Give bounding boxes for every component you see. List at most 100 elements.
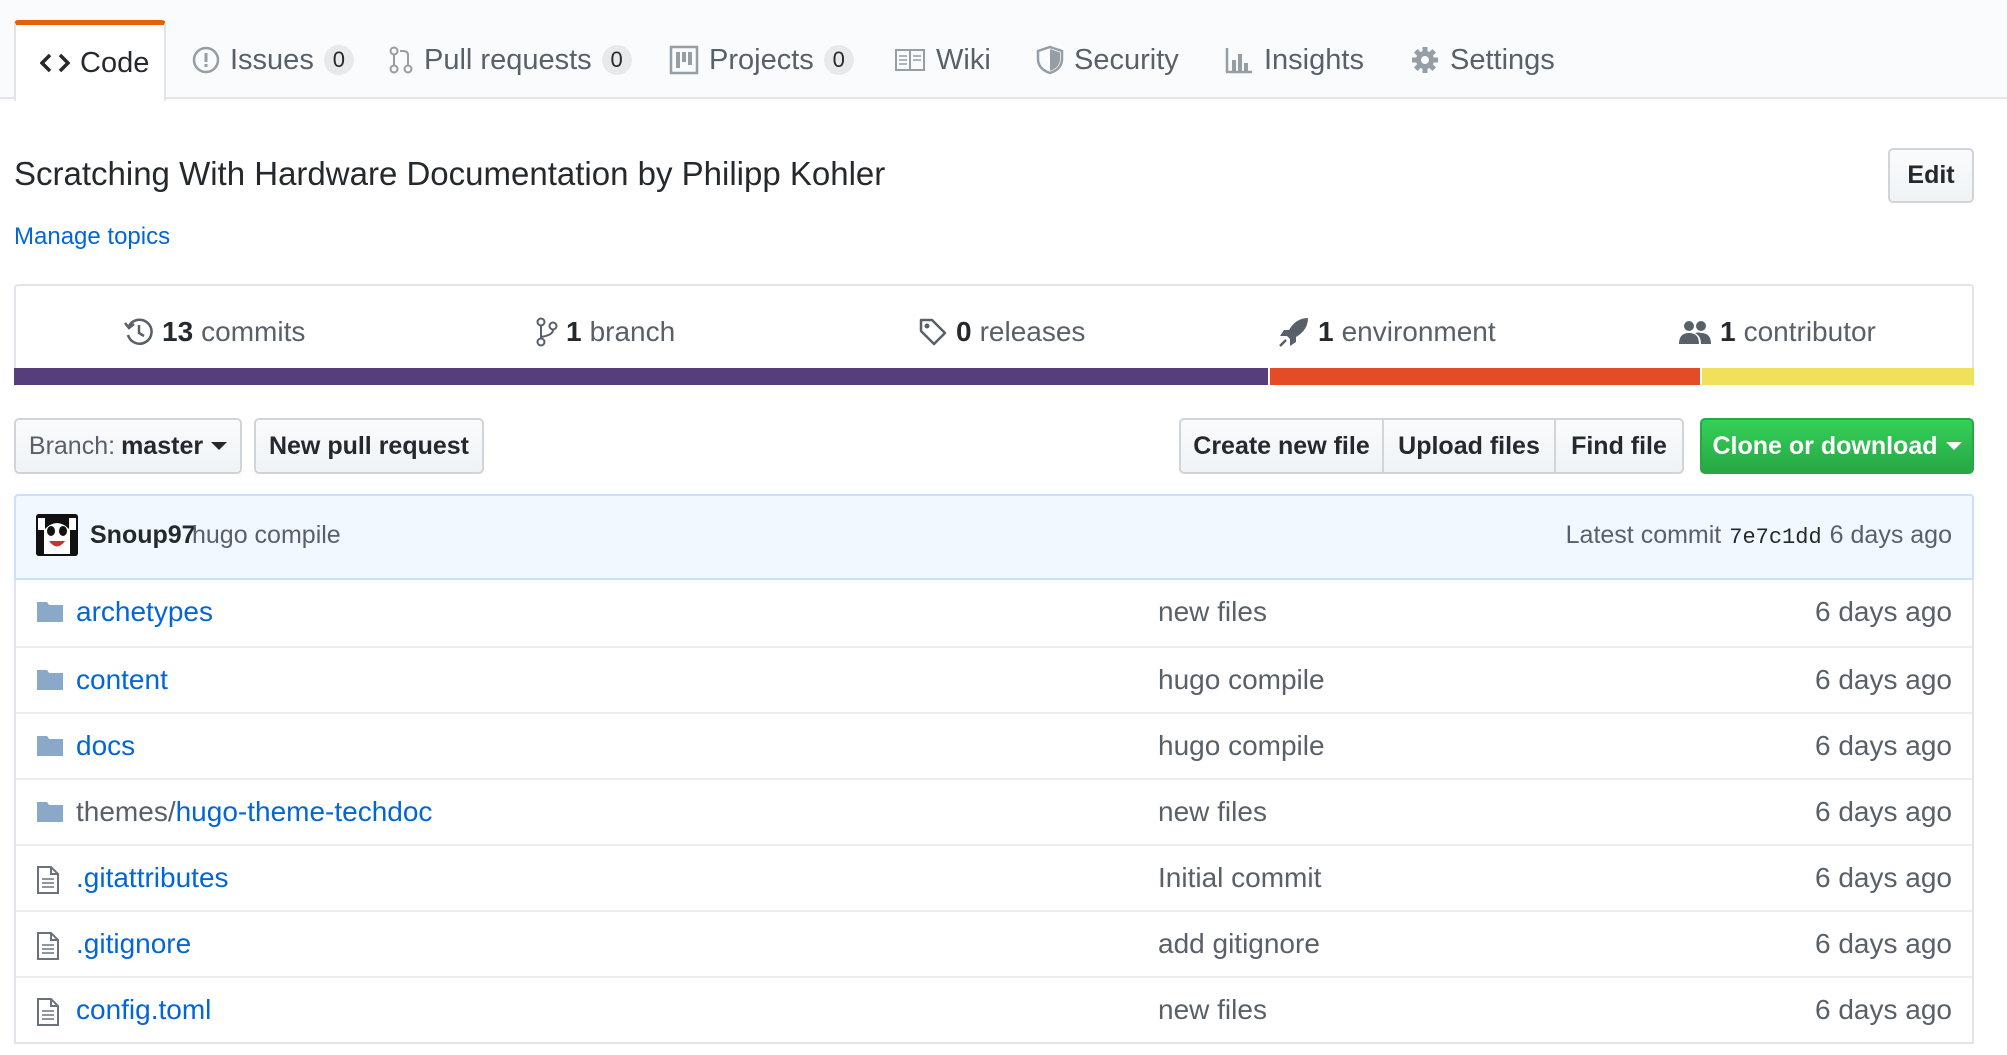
- tab-label: Insights: [1264, 43, 1364, 76]
- file-name-link[interactable]: config.toml: [76, 994, 211, 1026]
- manage-topics-link[interactable]: Manage topics: [14, 223, 170, 251]
- table-row: content hugo compile 6 days ago: [16, 646, 1972, 712]
- folder-icon: [36, 799, 64, 828]
- new-pull-request-button[interactable]: New pull request: [254, 418, 484, 474]
- folder-icon: [36, 599, 64, 628]
- table-row: themes/hugo-theme-techdoc new files 6 days…: [16, 778, 1972, 844]
- code-icon: [40, 53, 70, 73]
- file-icon: [36, 997, 60, 1032]
- chevron-down-icon: [1945, 442, 1962, 450]
- file-commit-message[interactable]: hugo compile: [1158, 730, 1325, 762]
- releases-link[interactable]: 0 releases: [918, 312, 1085, 352]
- file-name: .gitattributes: [76, 862, 229, 893]
- tab-settings[interactable]: Settings: [1386, 20, 1579, 100]
- language-segment[interactable]: [1699, 368, 1974, 385]
- commits-label: commits: [201, 316, 306, 347]
- find-file-button[interactable]: Find file: [1554, 418, 1684, 474]
- commits-count: 13: [162, 316, 194, 347]
- file-name: archetypes: [76, 596, 213, 627]
- contributors-label: contributor: [1743, 316, 1876, 347]
- branches-count: 1: [566, 316, 582, 347]
- file-commit-age: 6 days ago: [1815, 994, 1952, 1025]
- file-name: docs: [76, 730, 136, 761]
- file-name-link[interactable]: archetypes: [76, 596, 213, 628]
- file-name-link[interactable]: content: [76, 664, 168, 696]
- file-commit-age: 6 days ago: [1815, 862, 1952, 893]
- language-segment[interactable]: [1268, 368, 1700, 385]
- tab-issues[interactable]: Issues 0: [168, 20, 378, 100]
- file-table: archetypes new files 6 days ago content hugo…: [14, 580, 1974, 1044]
- tab-label: Issues: [230, 43, 314, 76]
- file-name: content: [76, 664, 168, 695]
- commit-age: 6 days ago: [1829, 521, 1952, 549]
- table-row: .gitattributes Initial commit 6 days ago: [16, 844, 1972, 910]
- environments-count: 1: [1318, 316, 1334, 347]
- language-segment[interactable]: [14, 368, 1269, 385]
- folder-icon: [36, 733, 64, 762]
- rocket-icon: [1279, 318, 1308, 347]
- commit-author[interactable]: Snoup97: [90, 521, 196, 550]
- issues-counter: 0: [323, 45, 354, 75]
- releases-label: releases: [979, 316, 1086, 347]
- issue-opened-icon: [192, 46, 220, 74]
- file-icon: [36, 865, 60, 900]
- file-name: config.toml: [76, 994, 212, 1025]
- tab-label: Security: [1074, 43, 1179, 76]
- file-commit-message[interactable]: new files: [1158, 796, 1267, 828]
- file-commit-age: 6 days ago: [1815, 796, 1952, 827]
- tab-label: Wiki: [936, 43, 991, 76]
- projects-counter: 0: [823, 45, 854, 75]
- avatar[interactable]: [36, 514, 78, 556]
- shield-icon: [1036, 45, 1064, 75]
- branches-label: branch: [589, 316, 676, 347]
- tag-icon: [919, 318, 947, 346]
- environments-link[interactable]: 1 environment: [1278, 312, 1496, 352]
- tab-code[interactable]: Code: [14, 20, 166, 101]
- file-commit-message[interactable]: new files: [1158, 596, 1267, 628]
- releases-count: 0: [956, 316, 972, 347]
- organization-icon: [1679, 321, 1711, 344]
- git-branch-icon: [536, 317, 558, 347]
- file-commit-message[interactable]: Initial commit: [1158, 862, 1321, 894]
- graph-icon: [1225, 48, 1252, 74]
- tab-insights[interactable]: Insights: [1200, 20, 1388, 100]
- tab-label: Settings: [1450, 43, 1555, 76]
- clone-or-download-button[interactable]: Clone or download: [1700, 418, 1974, 474]
- file-name-link[interactable]: docs: [76, 730, 135, 762]
- upload-files-button[interactable]: Upload files: [1382, 418, 1556, 474]
- tab-security[interactable]: Security: [1012, 20, 1203, 100]
- pull-requests-counter: 0: [601, 45, 632, 75]
- file-commit-age: 6 days ago: [1815, 596, 1952, 627]
- file-name-link[interactable]: themes/hugo-theme-techdoc: [76, 796, 432, 828]
- git-pull-request-icon: [389, 46, 413, 74]
- environments-label: environment: [1341, 316, 1496, 347]
- file-commit-message[interactable]: new files: [1158, 994, 1267, 1026]
- tab-wiki[interactable]: Wiki: [870, 20, 1015, 100]
- table-row: docs hugo compile 6 days ago: [16, 712, 1972, 778]
- tab-projects[interactable]: Projects 0: [645, 20, 878, 100]
- file-commit-age: 6 days ago: [1815, 664, 1952, 695]
- contributors-link[interactable]: 1 contributor: [1678, 312, 1876, 352]
- commits-link[interactable]: 13 commits: [124, 312, 305, 352]
- commit-sha[interactable]: 7e7c1dd: [1729, 525, 1821, 550]
- create-new-file-button[interactable]: Create new file: [1179, 418, 1384, 474]
- branches-link[interactable]: 1 branch: [536, 312, 675, 352]
- file-icon: [36, 931, 60, 966]
- project-icon: [669, 45, 699, 75]
- history-icon: [124, 318, 153, 345]
- file-commit-message[interactable]: add gitignore: [1158, 928, 1320, 960]
- book-icon: [895, 49, 925, 71]
- clone-or-download-label: Clone or download: [1712, 431, 1938, 460]
- file-name-link[interactable]: .gitattributes: [76, 862, 229, 894]
- table-row: archetypes new files 6 days ago: [16, 580, 1972, 646]
- repo-nav: Code Issues 0 Pull requests 0 Projects 0…: [0, 0, 2007, 101]
- commit-message[interactable]: hugo compile: [192, 521, 341, 550]
- table-row: .gitignore add gitignore 6 days ago: [16, 910, 1972, 976]
- edit-button[interactable]: Edit: [1888, 148, 1974, 203]
- language-bar[interactable]: [14, 368, 1974, 385]
- file-commit-message[interactable]: hugo compile: [1158, 664, 1325, 696]
- avatar-image: [36, 514, 78, 556]
- tab-pull-requests[interactable]: Pull requests 0: [364, 20, 656, 100]
- branch-select-button[interactable]: Branch: master: [14, 418, 242, 474]
- file-name-link[interactable]: .gitignore: [76, 928, 191, 960]
